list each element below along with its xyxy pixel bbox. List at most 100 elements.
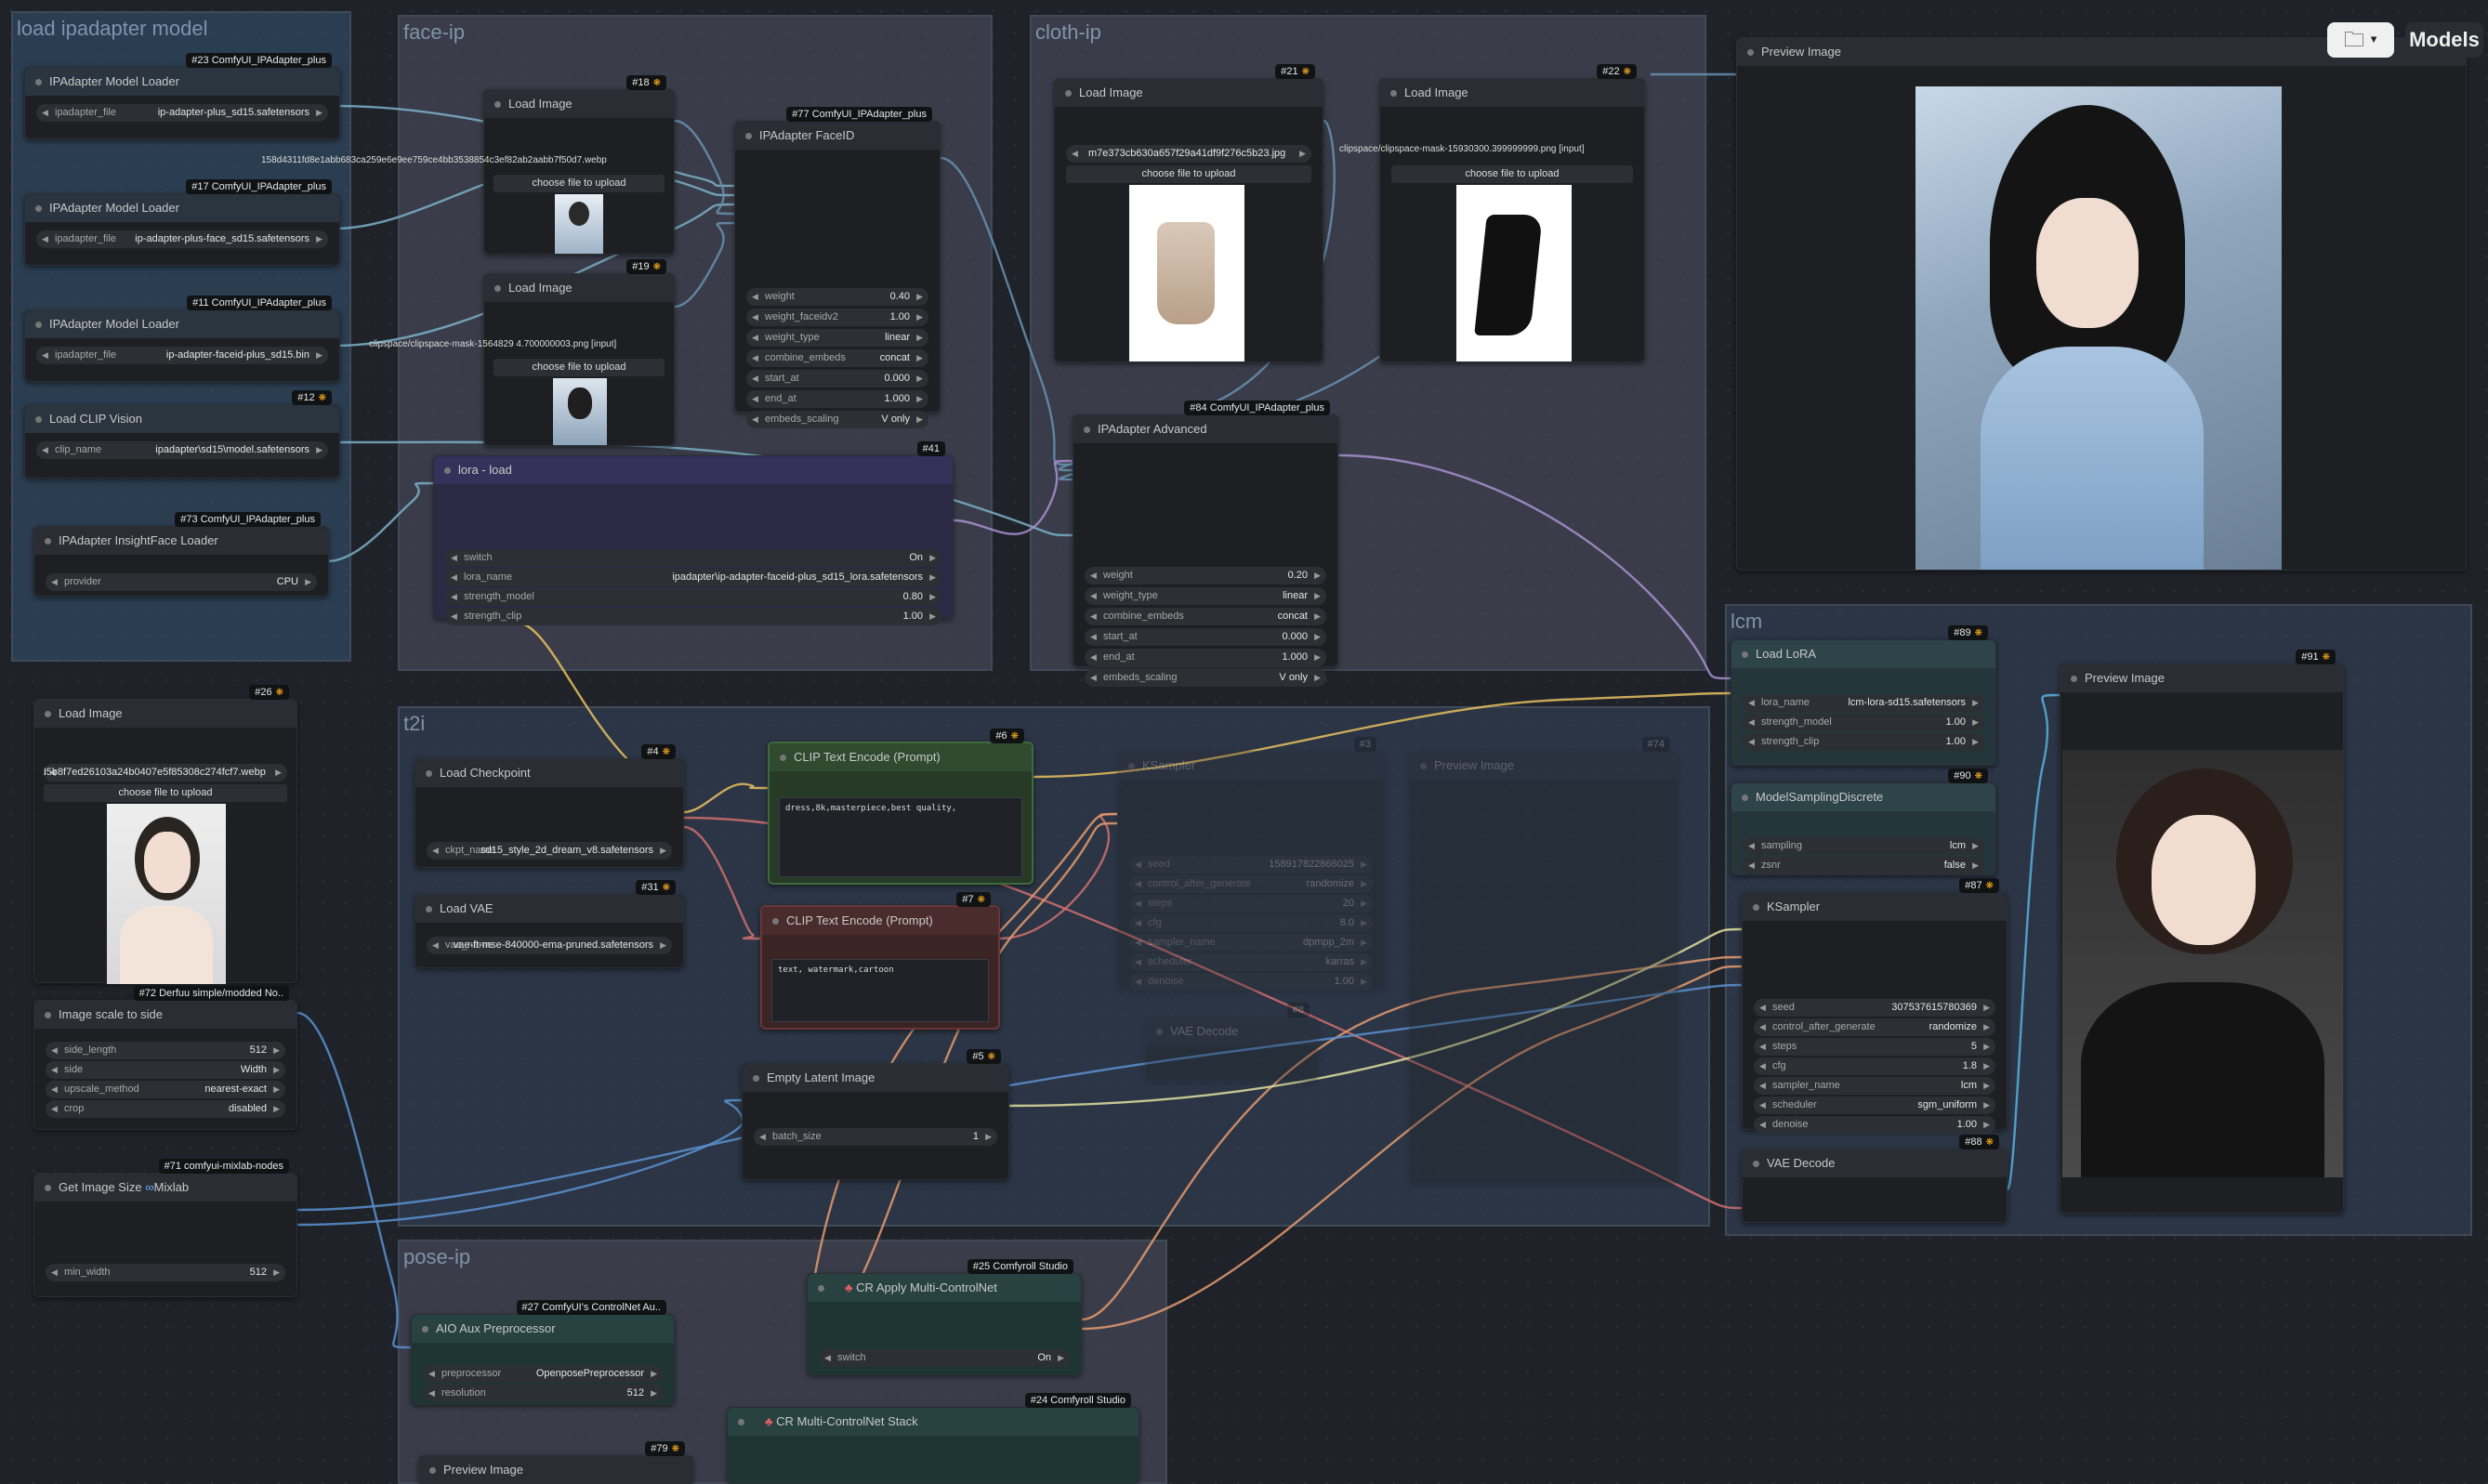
- widget-image-file[interactable]: e14aad5b8f7ed26103a24b0407e5f85308c274fc…: [44, 764, 287, 781]
- widget-denoise[interactable]: denoise1.00: [1129, 973, 1373, 991]
- widget-weight-faceidv2[interactable]: weight_faceidv21.00: [746, 309, 928, 326]
- ipadapter-model-loader-17[interactable]: #17 ComfyUI_IPAdapter_plus IPAdapter Mod…: [24, 179, 340, 266]
- load-image-22[interactable]: #22 ❋ Load Image clipspace/clipspace-mask…: [1339, 64, 1645, 362]
- ipadapter-model-loader-11[interactable]: #11 ComfyUI_IPAdapter_plus IPAdapter Mod…: [24, 295, 340, 382]
- node-title[interactable]: IPAdapter Model Loader: [25, 68, 339, 96]
- load-lora-89[interactable]: #89❋ Load LoRA lora_namelcm-lora-sd15.sa…: [1731, 625, 1996, 766]
- node-title[interactable]: Image scale to side: [34, 1001, 296, 1029]
- widget-embeds-scaling[interactable]: embeds_scalingV only: [1085, 669, 1326, 687]
- widget-switch[interactable]: switchOn: [445, 549, 941, 567]
- ipadapter-insightface-loader-73[interactable]: #73 ComfyUI_IPAdapter_plus IPAdapter Ins…: [33, 512, 329, 597]
- node-title[interactable]: Load Image: [484, 274, 674, 302]
- models-button[interactable]: Models: [2405, 22, 2483, 58]
- node-title[interactable]: Get Image Size ∞Mixlab: [34, 1174, 296, 1202]
- cr-multi-controlnet-stack-24[interactable]: #24 Comfyroll Studio ♣ CR Multi-ControlN…: [727, 1393, 1139, 1484]
- image-filename[interactable]: 158d4311fd8e1abb683ca259e6e9ee759ce4bb35…: [261, 155, 652, 165]
- widget-strength-clip[interactable]: strength_clip1.00: [445, 608, 941, 625]
- widget-lora-name[interactable]: lora_nameipadapter\ip-adapter-faceid-plu…: [445, 569, 941, 586]
- widget-switch[interactable]: switchOn: [819, 1349, 1070, 1367]
- vae-decode-8-bypassed[interactable]: #8 VAE Decode: [1145, 1003, 1318, 1082]
- widget-image-file[interactable]: m7e373cb630a657f29a41df9f276c5b23.jpg: [1066, 145, 1311, 163]
- empty-latent-image-5[interactable]: #5❋ Empty Latent Image batch_size1: [742, 1049, 1009, 1180]
- node-title[interactable]: Empty Latent Image: [743, 1064, 1008, 1092]
- lora-load-41[interactable]: #41 lora - load switchOn lora_nameipadap…: [433, 441, 954, 625]
- widget-ipadapter-file[interactable]: ipadapter_fileip-adapter-plus-face_sd15.…: [36, 230, 328, 248]
- widget-vae-name[interactable]: vae_namevae-ft-mse-840000-ema-pruned.saf…: [427, 937, 672, 954]
- widget-weight[interactable]: weight0.20: [1085, 567, 1326, 584]
- model-sampling-discrete-90[interactable]: #90❋ ModelSamplingDiscrete samplinglcm z…: [1731, 768, 1996, 875]
- node-title[interactable]: AIO Aux Preprocessor: [412, 1315, 674, 1343]
- widget-scheduler[interactable]: schedulerkarras: [1129, 953, 1373, 971]
- node-title[interactable]: lora - load: [434, 456, 953, 484]
- node-title[interactable]: ♣ CR Apply Multi-ControlNet: [808, 1274, 1081, 1302]
- ipadapter-faceid-77[interactable]: #77 ComfyUI_IPAdapter_plus IPAdapter Fac…: [734, 107, 941, 428]
- widget-min-width[interactable]: min_width512: [46, 1264, 285, 1281]
- node-title[interactable]: ♣ CR Multi-ControlNet Stack: [728, 1408, 1139, 1436]
- widget-combine-embeds[interactable]: combine_embedsconcat: [1085, 608, 1326, 625]
- clip-text-encode-positive-6[interactable]: #6 ❋ CLIP Text Encode (Prompt) dress,8k,m…: [768, 729, 1033, 885]
- ipadapter-model-loader-23[interactable]: #23 ComfyUI_IPAdapter_plus IPAdapter Mod…: [24, 53, 340, 139]
- node-title[interactable]: Preview Image: [419, 1456, 692, 1484]
- node-title[interactable]: Load Image: [1380, 79, 1644, 107]
- folder-menu-button[interactable]: 🗀 ▾: [2327, 22, 2394, 58]
- widget-provider[interactable]: providerCPU: [46, 573, 317, 591]
- node-title[interactable]: Load Image: [484, 90, 674, 118]
- widget-steps[interactable]: steps5: [1754, 1038, 1995, 1056]
- choose-file-button[interactable]: choose file to upload: [1391, 165, 1633, 183]
- choose-file-button[interactable]: choose file to upload: [494, 359, 665, 376]
- widget-combine-embeds[interactable]: combine_embedsconcat: [746, 349, 928, 367]
- widget-zsnr[interactable]: zsnrfalse: [1743, 857, 1984, 874]
- widget-ipadapter-file[interactable]: ipadapter_fileip-adapter-plus_sd15.safet…: [36, 104, 328, 122]
- positive-prompt-textarea[interactable]: dress,8k,masterpiece,best quality,: [779, 797, 1022, 877]
- widget-end-at[interactable]: end_at1.000: [746, 390, 928, 408]
- widget-crop[interactable]: cropdisabled: [46, 1100, 285, 1118]
- aio-aux-preprocessor-27[interactable]: #27 ComfyUI's ControlNet Au.. AIO Aux Pr…: [411, 1300, 675, 1405]
- widget-start-at[interactable]: start_at0.000: [1085, 628, 1326, 646]
- node-title[interactable]: KSampler: [1118, 752, 1384, 780]
- widget-strength-model[interactable]: strength_model1.00: [1743, 714, 1984, 731]
- preview-image-91[interactable]: #91 ❋ Preview Image: [2060, 650, 2344, 1214]
- node-title[interactable]: Load VAE: [415, 895, 683, 923]
- load-image-18[interactable]: #18 ❋ Load Image 158d4311fd8e1abb683ca259…: [261, 75, 675, 255]
- node-title[interactable]: Load Image: [1055, 79, 1323, 107]
- node-title[interactable]: KSampler: [1743, 893, 2007, 921]
- widget-ckpt-name[interactable]: ckpt_namesd15_style_2d_dream_v8.safetens…: [427, 842, 672, 860]
- widget-sampler-name[interactable]: sampler_namelcm: [1754, 1077, 1995, 1095]
- widget-strength-model[interactable]: strength_model0.80: [445, 588, 941, 606]
- widget-ipadapter-file[interactable]: ipadapter_fileip-adapter-faceid-plus_sd1…: [36, 347, 328, 364]
- load-image-21[interactable]: #21❋ Load Image m7e373cb630a657f29a41df9…: [1054, 64, 1323, 362]
- negative-prompt-textarea[interactable]: text, watermark,cartoon: [771, 959, 989, 1022]
- load-image-19[interactable]: #19 ❋ Load Image clipspace/clipspace-mask…: [369, 259, 675, 446]
- widget-end-at[interactable]: end_at1.000: [1085, 649, 1326, 666]
- load-vae-31[interactable]: #31❋ Load VAE vae_namevae-ft-mse-840000-…: [415, 880, 684, 968]
- load-image-26[interactable]: #26❋ Load Image e14aad5b8f7ed26103a24b04…: [33, 685, 297, 984]
- clip-text-encode-negative-7[interactable]: #7 ❋ CLIP Text Encode (Prompt) text, wate…: [760, 892, 1000, 1030]
- widget-resolution[interactable]: resolution512: [423, 1385, 663, 1402]
- node-title[interactable]: IPAdapter FaceID: [735, 122, 940, 150]
- widget-lora-name[interactable]: lora_namelcm-lora-sd15.safetensors: [1743, 694, 1984, 712]
- choose-file-button[interactable]: choose file to upload: [44, 784, 287, 802]
- image-filename[interactable]: clipspace/clipspace-mask-1564829 4.70000…: [369, 339, 666, 349]
- node-title[interactable]: Load LoRA: [1731, 640, 1995, 668]
- widget-seed[interactable]: seed307537615780369: [1754, 999, 1995, 1017]
- node-title[interactable]: Load CLIP Vision: [25, 405, 339, 433]
- widget-strength-clip[interactable]: strength_clip1.00: [1743, 733, 1984, 751]
- widget-control-after-generate[interactable]: control_after_generaterandomize: [1129, 875, 1373, 893]
- node-title[interactable]: Load Checkpoint: [415, 759, 683, 787]
- widget-seed[interactable]: seed158917822866025: [1129, 856, 1373, 873]
- image-scale-to-side-72[interactable]: #72 Derfuu simple/modded No.. Image scal…: [33, 986, 297, 1130]
- node-title[interactable]: Load Image: [34, 700, 296, 728]
- widget-embeds-scaling[interactable]: embeds_scalingV only: [746, 411, 928, 428]
- ksampler-87[interactable]: #87❋ KSampler seed307537615780369 contro…: [1742, 878, 2008, 1134]
- load-clip-vision-12[interactable]: #12❋ Load CLIP Vision clip_nameipadapter…: [24, 390, 340, 479]
- node-title[interactable]: VAE Decode: [1146, 1018, 1317, 1045]
- widget-control-after-generate[interactable]: control_after_generaterandomize: [1754, 1018, 1995, 1036]
- widget-weight-type[interactable]: weight_typelinear: [746, 329, 928, 347]
- widget-scheduler[interactable]: schedulersgm_uniform: [1754, 1097, 1995, 1114]
- widget-preprocessor[interactable]: preprocessorOpenposePreprocessor: [423, 1365, 663, 1383]
- preview-image-79[interactable]: #79 ❋ Preview Image: [418, 1441, 693, 1484]
- vae-decode-88[interactable]: #88 ❋ VAE Decode: [1742, 1135, 2008, 1223]
- node-title[interactable]: CLIP Text Encode (Prompt): [770, 743, 1032, 771]
- node-title[interactable]: IPAdapter Model Loader: [25, 310, 339, 338]
- widget-side[interactable]: sideWidth: [46, 1061, 285, 1079]
